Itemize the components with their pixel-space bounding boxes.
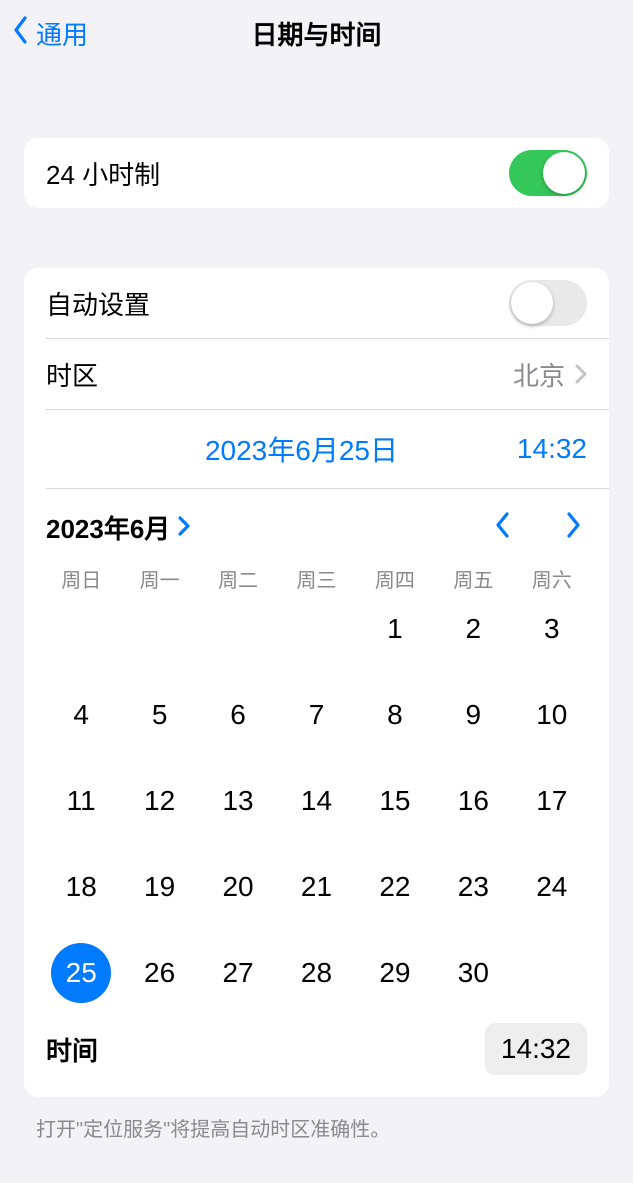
page-title: 日期与时间 <box>0 15 633 52</box>
footer-note: 打开"定位服务"将提高自动时区准确性。 <box>0 1097 633 1142</box>
calendar-day[interactable]: 5 <box>130 685 190 745</box>
calendar-day[interactable]: 17 <box>522 771 582 831</box>
selected-time-button[interactable]: 14:32 <box>517 433 587 465</box>
calendar-day[interactable]: 28 <box>286 943 346 1003</box>
24h-clock-toggle[interactable] <box>509 150 587 196</box>
chevron-left-icon <box>12 15 36 52</box>
weekday-header: 周六 <box>513 564 591 593</box>
next-month-button[interactable] <box>565 512 581 543</box>
month-label: 2023年6月 <box>46 509 170 546</box>
weekday-header: 周一 <box>120 564 198 593</box>
calendar-day[interactable]: 4 <box>51 685 111 745</box>
chevron-right-icon <box>170 512 190 543</box>
calendar-day[interactable]: 12 <box>130 771 190 831</box>
prev-month-button[interactable] <box>495 512 511 543</box>
timezone-row[interactable]: 时区 北京 <box>24 339 609 409</box>
selected-date-button[interactable]: 2023年6月25日 <box>46 429 517 469</box>
calendar-day[interactable]: 11 <box>51 771 111 831</box>
calendar-day[interactable]: 2 <box>443 599 503 659</box>
calendar-day[interactable]: 10 <box>522 685 582 745</box>
auto-set-label: 自动设置 <box>46 285 150 322</box>
calendar-day[interactable]: 13 <box>208 771 268 831</box>
auto-set-row: 自动设置 <box>24 268 609 338</box>
auto-set-toggle[interactable] <box>509 280 587 326</box>
weekday-header: 周日 <box>42 564 120 593</box>
nav-back-button[interactable]: 通用 <box>0 15 88 52</box>
calendar-day[interactable]: 25 <box>51 943 111 1003</box>
calendar-day[interactable]: 18 <box>51 857 111 917</box>
calendar-day[interactable]: 7 <box>286 685 346 745</box>
calendar-day[interactable]: 19 <box>130 857 190 917</box>
calendar-day[interactable]: 29 <box>365 943 425 1003</box>
calendar-day[interactable]: 14 <box>286 771 346 831</box>
calendar-day[interactable]: 23 <box>443 857 503 917</box>
time-label: 时间 <box>46 1031 98 1068</box>
calendar-day[interactable]: 1 <box>365 599 425 659</box>
calendar-day[interactable]: 15 <box>365 771 425 831</box>
calendar-day[interactable]: 30 <box>443 943 503 1003</box>
timezone-value: 北京 <box>513 356 565 393</box>
24h-clock-row: 24 小时制 <box>24 138 609 208</box>
calendar-day[interactable]: 16 <box>443 771 503 831</box>
time-picker-button[interactable]: 14:32 <box>485 1023 587 1075</box>
weekday-header: 周五 <box>434 564 512 593</box>
weekday-header: 周二 <box>199 564 277 593</box>
calendar-day[interactable]: 22 <box>365 857 425 917</box>
calendar-day[interactable]: 27 <box>208 943 268 1003</box>
calendar-day[interactable]: 21 <box>286 857 346 917</box>
nav-back-label: 通用 <box>36 15 88 52</box>
month-picker-button[interactable]: 2023年6月 <box>46 509 190 546</box>
calendar-day[interactable]: 26 <box>130 943 190 1003</box>
calendar-day[interactable]: 9 <box>443 685 503 745</box>
weekday-header: 周四 <box>356 564 434 593</box>
calendar-day[interactable]: 3 <box>522 599 582 659</box>
calendar-day[interactable]: 6 <box>208 685 268 745</box>
chevron-right-icon <box>575 364 587 384</box>
calendar-day[interactable]: 20 <box>208 857 268 917</box>
calendar-day[interactable]: 24 <box>522 857 582 917</box>
calendar-day[interactable]: 8 <box>365 685 425 745</box>
timezone-label: 时区 <box>46 356 98 393</box>
24h-clock-label: 24 小时制 <box>46 155 160 192</box>
weekday-header: 周三 <box>277 564 355 593</box>
